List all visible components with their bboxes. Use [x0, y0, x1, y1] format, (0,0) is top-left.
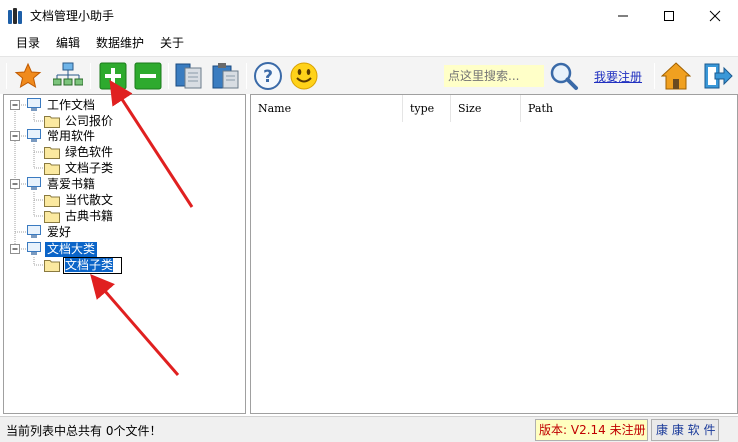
- search-button[interactable]: [548, 60, 580, 92]
- tree-node-label: 文档子类: [65, 257, 114, 272]
- folder-icon: [44, 260, 60, 272]
- smiley-icon: [290, 62, 318, 90]
- tree-node[interactable]: 爱好: [26, 224, 73, 240]
- tree-node[interactable]: 文档子类: [44, 160, 115, 176]
- add-button[interactable]: [97, 60, 129, 92]
- category-tree[interactable]: 工作文档 公司报价 常用软件 绿色软件 文档子类 喜爱书籍 当代散文 古典书籍 …: [3, 94, 246, 414]
- monitor-icon: [27, 129, 41, 142]
- folder-icon: [44, 147, 60, 159]
- network-button[interactable]: [52, 60, 84, 92]
- toolbar-separator: [654, 63, 655, 89]
- home-button[interactable]: [660, 60, 692, 92]
- remove-icon: [134, 62, 162, 90]
- monitor-icon: [27, 225, 41, 238]
- help-button[interactable]: ?: [252, 60, 284, 92]
- menu-edit[interactable]: 编辑: [48, 31, 88, 55]
- folder-icon: [44, 211, 60, 223]
- title-bar: 文档管理小助手: [0, 0, 738, 31]
- folder-icon: [44, 163, 60, 175]
- help-icon: ?: [254, 62, 282, 90]
- tree-node-label: 绿色软件: [65, 144, 114, 159]
- column-header-name[interactable]: Name: [251, 95, 403, 122]
- search-input[interactable]: [444, 65, 544, 87]
- add-icon: [99, 62, 127, 90]
- tree-node-label: 当代散文: [65, 192, 114, 207]
- paste-button[interactable]: [210, 60, 242, 92]
- file-count-status: 当前列表中总共有 0个文件！: [6, 424, 162, 438]
- tree-node-label: 爱好: [47, 224, 72, 239]
- tree-node[interactable]: 绿色软件: [44, 144, 115, 160]
- menu-data-maintenance[interactable]: 数据维护: [88, 31, 152, 55]
- version-badge: 版本: V2.14 未注册: [535, 419, 648, 441]
- file-list[interactable]: Name type Size Path: [250, 94, 738, 414]
- menu-about[interactable]: 关于: [152, 31, 192, 55]
- smiley-button[interactable]: [288, 60, 320, 92]
- tree-node[interactable]: 常用软件: [26, 128, 97, 144]
- toolbar-separator: [90, 63, 91, 89]
- window-title: 文档管理小助手: [30, 9, 115, 23]
- toolbar-separator: [6, 63, 7, 89]
- tree-node-editing[interactable]: 文档子类: [44, 256, 123, 274]
- tree-node-label: 公司报价: [65, 113, 114, 128]
- brand-label: 康 康 软 件: [651, 419, 719, 441]
- menu-catalog[interactable]: 目录: [8, 31, 48, 55]
- maximize-button[interactable]: [646, 0, 692, 31]
- column-header-path[interactable]: Path: [521, 95, 731, 122]
- tree-node-label: 工作文档: [47, 97, 96, 112]
- maximize-icon: [664, 10, 674, 21]
- tree-node[interactable]: 喜爱书籍: [26, 176, 97, 192]
- app-books-icon: [8, 7, 24, 24]
- tree-node[interactable]: 公司报价: [44, 113, 115, 129]
- column-header-size[interactable]: Size: [451, 95, 521, 122]
- tree-node-label: 常用软件: [47, 128, 96, 143]
- toolbar-separator: [168, 63, 169, 89]
- menu-bar: 目录 编辑 数据维护 关于: [0, 31, 738, 55]
- tree-node-rename-field[interactable]: 文档子类: [63, 256, 123, 274]
- tree-node-label: 喜爱书籍: [47, 176, 96, 191]
- column-header-type[interactable]: type: [403, 95, 451, 122]
- tree-node-selected[interactable]: 文档大类: [26, 241, 98, 257]
- copy-button[interactable]: [174, 60, 206, 92]
- paste-icon: [212, 63, 239, 89]
- exit-icon: [704, 63, 733, 89]
- folder-icon: [44, 195, 60, 207]
- search-icon: [550, 62, 578, 90]
- copy-icon: [175, 63, 202, 89]
- favorite-button[interactable]: [12, 60, 44, 92]
- svg-text:?: ?: [263, 67, 273, 87]
- tree-node[interactable]: 古典书籍: [44, 208, 115, 224]
- toolbar-separator: [246, 63, 247, 89]
- minimize-button[interactable]: [600, 0, 646, 31]
- minimize-icon: [618, 15, 628, 16]
- exit-button[interactable]: [702, 60, 734, 92]
- star-icon: [14, 62, 42, 89]
- home-icon: [661, 62, 691, 90]
- tree-node-label: 文档子类: [65, 160, 114, 175]
- monitor-icon: [27, 242, 41, 255]
- status-bar: 当前列表中总共有 0个文件！ 版本: V2.14 未注册 康 康 软 件: [0, 416, 738, 442]
- register-link[interactable]: 我要注册: [594, 68, 642, 85]
- folder-icon: [44, 116, 60, 128]
- network-icon: [53, 62, 83, 86]
- monitor-icon: [27, 98, 41, 111]
- toolbar: ? 我要注册: [0, 56, 738, 94]
- close-icon: [709, 10, 721, 21]
- tree-node[interactable]: 当代散文: [44, 192, 115, 208]
- tree-node-label: 古典书籍: [65, 208, 114, 223]
- close-button[interactable]: [692, 0, 738, 31]
- monitor-icon: [27, 177, 41, 190]
- tree-node-label: 文档大类: [45, 241, 98, 257]
- tree-node[interactable]: 工作文档: [26, 97, 97, 113]
- remove-button[interactable]: [132, 60, 164, 92]
